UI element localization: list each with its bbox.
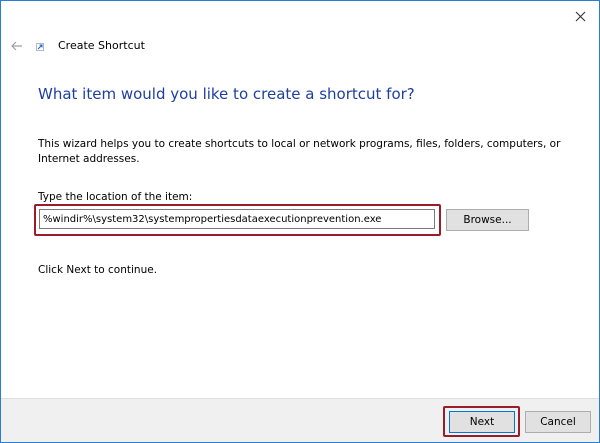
close-button[interactable] [565, 3, 595, 29]
wizard-title: Create Shortcut [58, 39, 145, 52]
dialog-footer: Next Cancel [1, 398, 599, 442]
cancel-button[interactable]: Cancel [525, 411, 591, 433]
browse-button[interactable]: Browse... [446, 209, 529, 231]
next-button[interactable]: Next [449, 411, 515, 433]
shortcut-wizard-icon [36, 43, 44, 51]
back-button[interactable] [9, 37, 25, 55]
wizard-description: This wizard helps you to create shortcut… [38, 138, 561, 165]
page-heading: What item would you like to create a sho… [38, 85, 415, 103]
location-input[interactable] [39, 209, 435, 229]
location-label: Type the location of the item: [38, 191, 193, 203]
wizard-header: Create Shortcut [1, 37, 599, 57]
create-shortcut-dialog: Create Shortcut What item would you like… [0, 0, 600, 443]
close-icon [575, 11, 585, 21]
continue-instruction: Click Next to continue. [38, 264, 158, 276]
back-arrow-icon [11, 41, 22, 51]
